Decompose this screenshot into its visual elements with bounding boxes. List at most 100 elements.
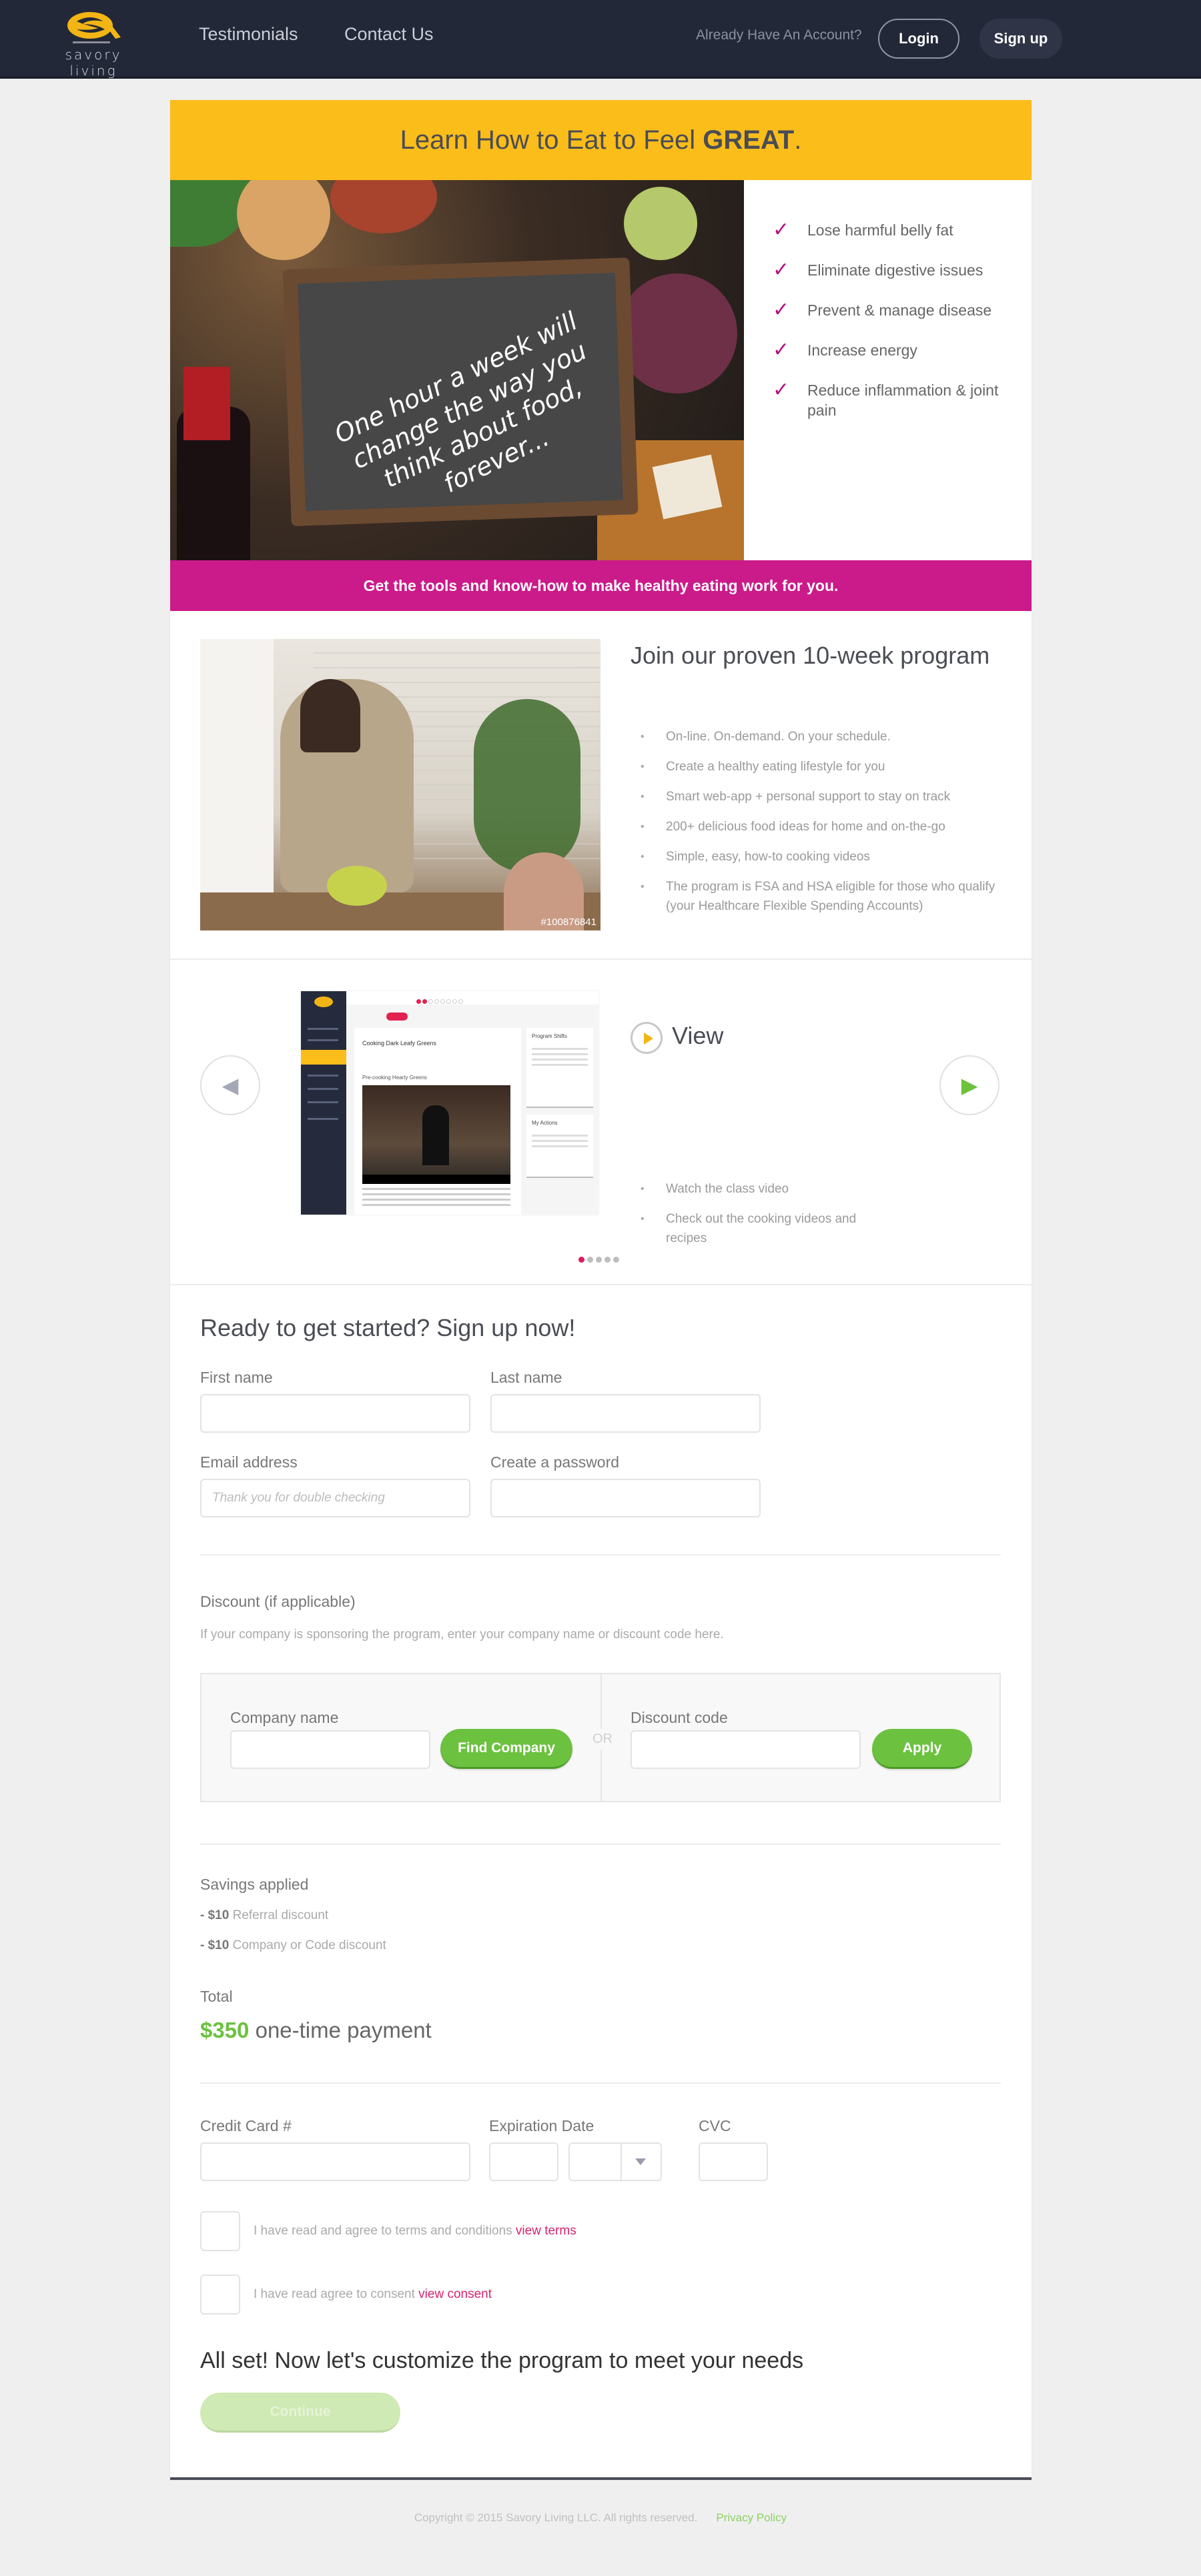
caret-down-icon	[635, 2158, 646, 2165]
benefit-label: Prevent & manage disease	[807, 301, 992, 319]
email-input[interactable]	[200, 1479, 470, 1517]
savings-title: Savings applied	[200, 1876, 309, 1893]
mockup-side-panel: My Actions	[526, 1115, 593, 1178]
plants-shape	[474, 699, 580, 872]
carousel-dot-2[interactable]	[587, 1257, 593, 1263]
carousel-dot-4[interactable]	[605, 1257, 611, 1263]
mockup-menu-line	[308, 1101, 338, 1103]
salad-shape	[327, 866, 387, 906]
app-screenshot-mockup: Cooking Dark Leafy Greens Pre-cooking He…	[301, 991, 598, 1215]
mockup-active-item	[301, 1050, 346, 1065]
credit-card-label: Credit Card #	[200, 2117, 292, 2134]
view-consent-link[interactable]: view consent	[418, 2287, 492, 2301]
tagline-bar: Get the tools and know-how to make healt…	[170, 560, 1032, 611]
benefit-item: ✓ Prevent & manage disease	[773, 300, 1013, 320]
expiration-year-select[interactable]	[568, 2142, 662, 2181]
mockup-text-lines	[362, 1188, 510, 1209]
last-name-input[interactable]	[490, 1394, 761, 1433]
mockup-line	[532, 1064, 588, 1066]
slide-item: Watch the class video	[641, 1179, 867, 1199]
checkmark-icon: ✓	[773, 259, 790, 281]
mockup-line	[362, 1193, 510, 1195]
company-name-input[interactable]	[230, 1730, 430, 1769]
mockup-pill	[386, 1013, 408, 1021]
red-grapes-shape	[617, 273, 737, 394]
carousel-next-button[interactable]: ▶	[939, 1055, 999, 1115]
checkmark-icon: ✓	[773, 379, 790, 401]
checkmark-icon: ✓	[773, 339, 790, 361]
sausage-bowl-shape	[330, 180, 437, 233]
signup-button[interactable]: Sign up	[979, 19, 1062, 59]
program-feature: 200+ delicious food ideas for home and o…	[641, 817, 1014, 836]
program-feature: Smart web-app + personal support to stay…	[641, 787, 1014, 806]
section-divider	[170, 1284, 1032, 1285]
carousel-prev-button[interactable]: ◀	[200, 1055, 260, 1115]
mockup-panel-title: Program Shifts	[532, 1033, 567, 1039]
apply-button[interactable]: Apply	[872, 1729, 972, 1769]
chevron-right-icon: ▶	[961, 1073, 978, 1097]
consent-checkbox[interactable]	[200, 2275, 240, 2315]
savory-living-logo-icon	[67, 12, 121, 43]
program-title: Join our proven 10-week program	[631, 642, 990, 669]
mockup-week-dots	[416, 995, 483, 1004]
total-price: $350 one-time payment	[200, 2018, 432, 2043]
mockup-sidebar	[301, 991, 346, 1215]
mockup-line	[362, 1199, 510, 1201]
chef-shape	[422, 1105, 449, 1165]
discount-hint: If your company is sponsoring the progra…	[200, 1628, 724, 1642]
login-button[interactable]: Login	[878, 19, 959, 59]
first-name-input[interactable]	[200, 1394, 470, 1433]
mockup-line	[362, 1204, 510, 1206]
benefit-item: ✓ Eliminate digestive issues	[773, 260, 1013, 280]
checkmark-icon: ✓	[773, 219, 790, 241]
mockup-menu-line	[308, 1039, 338, 1041]
privacy-policy-link[interactable]: Privacy Policy	[716, 2511, 787, 2524]
photo-id: #100876841	[540, 916, 596, 928]
savings-label: Referral discount	[229, 1908, 329, 1922]
section-divider	[170, 958, 1032, 960]
hero-banner-text: Learn How to Eat to Feel	[400, 125, 703, 155]
savings-item-referral: - $10 Referral discount	[200, 1908, 328, 1923]
cvc-input[interactable]	[699, 2142, 768, 2181]
savings-item-company: - $10 Company or Code discount	[200, 1938, 386, 1953]
password-input[interactable]	[490, 1479, 761, 1517]
discount-code-input[interactable]	[631, 1730, 861, 1769]
terms-checkbox[interactable]	[200, 2211, 240, 2251]
credit-card-input[interactable]	[200, 2142, 470, 2181]
carousel-dot-1[interactable]	[578, 1257, 584, 1263]
carousel-dot-3[interactable]	[596, 1257, 602, 1263]
footer: Copyright © 2015 Savory Living LLC. All …	[0, 2511, 1201, 2525]
benefit-item: ✓ Lose harmful belly fat	[773, 220, 1013, 240]
total-amount: $350	[200, 2018, 250, 2042]
mockup-line	[532, 1140, 588, 1142]
hair-shape	[300, 679, 360, 752]
view-terms-link[interactable]: view terms	[516, 2224, 576, 2238]
slide-title: View	[672, 1022, 724, 1049]
password-label: Create a password	[490, 1453, 620, 1471]
nav-contact-us[interactable]: Contact Us	[344, 24, 434, 45]
savings-amount: - $10	[200, 1938, 230, 1952]
mockup-menu-line	[308, 1028, 338, 1030]
family-cooking-photo: #100876841	[200, 639, 600, 930]
wine-cap-shape	[183, 367, 230, 440]
chevron-left-icon: ◀	[222, 1073, 239, 1097]
terms-text: I have read and agree to terms and condi…	[254, 2224, 516, 2238]
expiration-label: Expiration Date	[489, 2117, 594, 2134]
carousel-dot-5[interactable]	[613, 1257, 619, 1263]
find-company-button[interactable]: Find Company	[440, 1729, 572, 1769]
expiration-month-input[interactable]	[489, 2142, 558, 2181]
mockup-subtitle: Pre-cooking Hearty Greens	[362, 1075, 427, 1081]
top-navigation-bar: savory living Testimonials Contact Us Al…	[0, 0, 1201, 79]
hero-banner-suffix: .	[794, 125, 802, 155]
brand-logo[interactable]: savory living	[39, 9, 148, 79]
mockup-dot	[416, 999, 421, 1004]
continue-button[interactable]: Continue	[200, 2393, 400, 2433]
consent-text: I have read agree to consent	[254, 2287, 419, 2301]
nav-testimonials[interactable]: Testimonials	[199, 24, 298, 45]
benefit-label: Increase energy	[807, 342, 917, 359]
total-label: Total	[200, 1988, 233, 2005]
signup-title: Ready to get started? Sign up now!	[200, 1314, 576, 1341]
mockup-dot	[458, 999, 463, 1004]
benefit-item: ✓ Increase energy	[773, 340, 1013, 360]
or-label: OR	[592, 1729, 613, 1750]
